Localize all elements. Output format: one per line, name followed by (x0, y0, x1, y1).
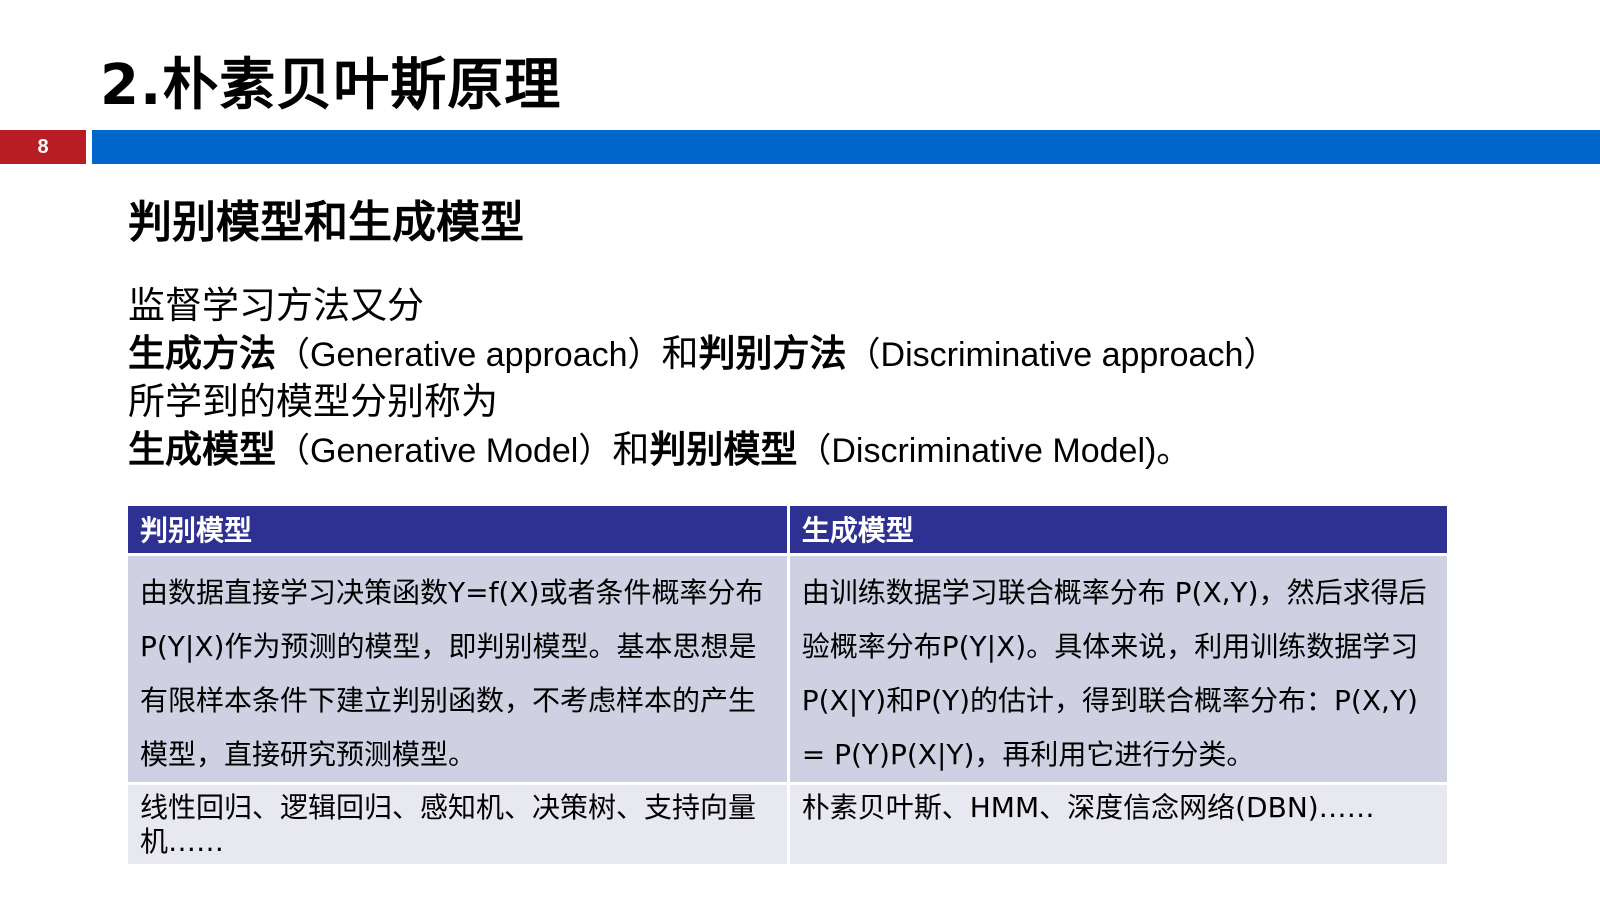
page-number-badge: 8 (0, 130, 86, 164)
intro-paragraph: 监督学习方法又分 生成方法（Generative approach）和判别方法（… (128, 282, 1277, 474)
intro-line-4: 生成模型（Generative Model）和判别模型（Discriminati… (128, 426, 1277, 474)
term-generative-method-en: （Generative approach） (276, 336, 662, 374)
term-discriminative-method: 判别方法 (698, 332, 847, 375)
term-generative-model: 生成模型 (128, 428, 276, 471)
cell-text: 由数据直接学习决策函数Y=f(X)或者条件概率分布P(Y|X)作为预测的模型，即… (140, 575, 764, 771)
term-generative-method: 生成方法 (128, 332, 276, 375)
comparison-table: 判别模型 生成模型 由数据直接学习决策函数Y=f(X)或者条件概率分布P(Y|X… (128, 506, 1451, 867)
generative-examples-cell: 朴素贝叶斯、HMM、深度信念网络(DBN)…… (788, 783, 1451, 867)
cell-text: 线性回归、逻辑回归、感知机、决策树、支持向量机…… (140, 790, 757, 858)
conjunction-text: 和 (612, 428, 650, 471)
cell-text: 朴素贝叶斯、HMM、深度信念网络(DBN)…… (801, 790, 1375, 824)
header-generative-model: 生成模型 (788, 506, 1451, 556)
slide-title: 2.朴素贝叶斯原理 (100, 53, 562, 118)
cell-text: 由训练数据学习联合概率分布 P(X,Y)，然后求得后验概率分布P(Y|X)。具体… (801, 575, 1427, 771)
intro-line-1: 监督学习方法又分 (128, 282, 1277, 330)
table-row: 线性回归、逻辑回归、感知机、决策树、支持向量机…… 朴素贝叶斯、HMM、深度信念… (128, 783, 1451, 867)
conjunction-text: 和 (661, 332, 699, 375)
header-discriminative-model: 判别模型 (128, 506, 790, 556)
intro-text: 所学到的模型分别称为 (128, 380, 498, 423)
table-header-row: 判别模型 生成模型 (128, 506, 1451, 556)
intro-text: 监督学习方法又分 (128, 284, 424, 327)
intro-line-2: 生成方法（Generative approach）和判别方法（Discrimin… (128, 330, 1277, 378)
section-heading: 判别模型和生成模型 (128, 197, 524, 248)
generative-description-cell: 由训练数据学习联合概率分布 P(X,Y)，然后求得后验概率分布P(Y|X)。具体… (788, 554, 1451, 785)
table-row: 由数据直接学习决策函数Y=f(X)或者条件概率分布P(Y|X)作为预测的模型，即… (128, 554, 1451, 785)
term-discriminative-model: 判别模型 (649, 428, 798, 471)
intro-line-3: 所学到的模型分别称为 (128, 378, 1277, 426)
term-discriminative-model-en: （Discriminative Model)。 (797, 432, 1191, 470)
discriminative-examples-cell: 线性回归、逻辑回归、感知机、决策树、支持向量机…… (128, 783, 790, 867)
title-divider-bar (92, 130, 1600, 164)
discriminative-description-cell: 由数据直接学习决策函数Y=f(X)或者条件概率分布P(Y|X)作为预测的模型，即… (128, 554, 790, 785)
term-discriminative-method-en: （Discriminative approach） (846, 336, 1278, 374)
term-generative-model-en: （Generative Model） (276, 432, 613, 470)
